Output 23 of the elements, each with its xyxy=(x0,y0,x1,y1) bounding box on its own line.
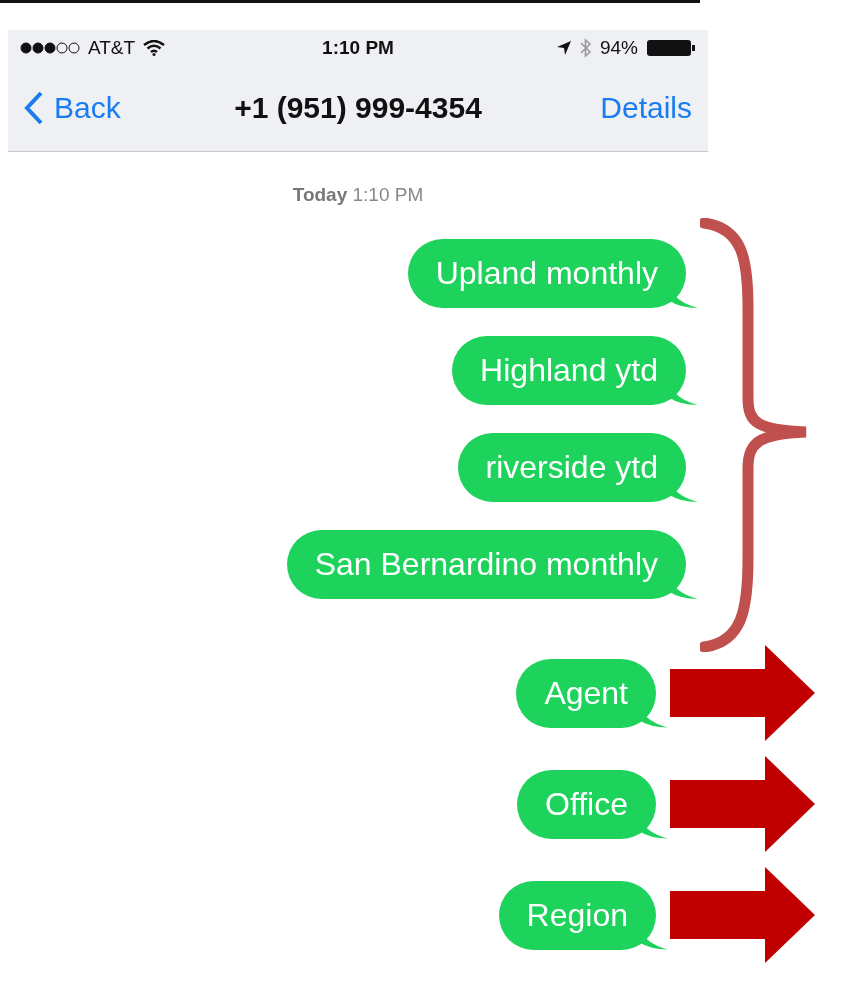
arrow-icon xyxy=(670,756,815,852)
message-bubble: San Bernardino monthly xyxy=(286,530,698,599)
battery-icon xyxy=(646,37,696,58)
chevron-icon xyxy=(24,91,44,125)
message-timestamp: Today 1:10 PM xyxy=(292,184,424,205)
arrow-icon xyxy=(670,645,815,741)
battery-percent: 94% xyxy=(599,36,638,59)
wifi-icon xyxy=(143,39,166,56)
message-bubble: Upland monthly xyxy=(407,239,698,308)
signal-icon xyxy=(20,41,80,54)
status-time: 1:10 PM xyxy=(322,36,394,58)
arrow-icon xyxy=(670,867,815,963)
location-icon xyxy=(555,39,572,56)
message-bubble: Highland ytd xyxy=(452,336,698,405)
message-bubble: riverside ytd xyxy=(457,433,698,502)
carrier-name: AT&T xyxy=(88,36,136,59)
message-bubble: Agent xyxy=(516,658,668,728)
contact-number: +1 (951) 999-4354 xyxy=(234,91,482,125)
bluetooth-icon xyxy=(579,37,592,58)
back-button[interactable]: Back xyxy=(24,91,235,125)
message-bubble: Office xyxy=(517,769,668,839)
details-link[interactable]: Details xyxy=(481,91,692,125)
message-bubble: Region xyxy=(498,880,668,950)
